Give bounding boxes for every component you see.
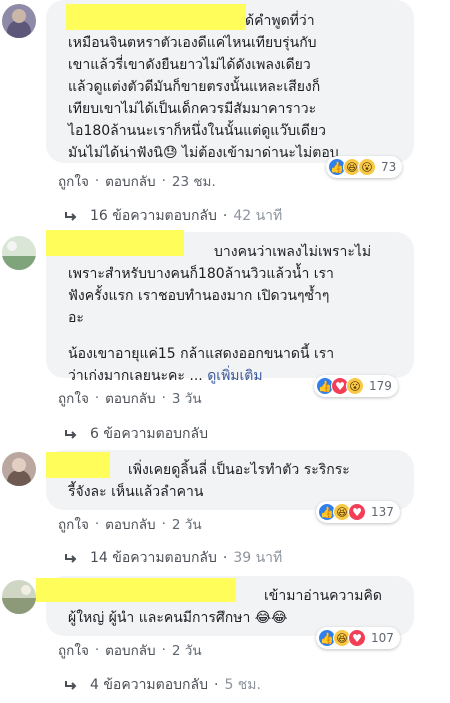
- reaction-summary[interactable]: 👍 ♥ 😮 179: [314, 375, 398, 397]
- replies-time: 39 นาที: [233, 550, 283, 566]
- comment-time[interactable]: 23 ชม.: [172, 170, 216, 192]
- love-reaction-icon: ♥: [348, 629, 366, 647]
- view-replies-link[interactable]: 14 ข้อความตอบกลับ · 39 นาที: [64, 547, 282, 569]
- avatar[interactable]: [2, 580, 36, 614]
- separator-dot: ·: [222, 550, 228, 566]
- reply-arrow-icon: [65, 430, 77, 439]
- reply-arrow-icon: [65, 681, 77, 690]
- avatar[interactable]: [2, 452, 36, 486]
- love-reaction-icon: ♥: [348, 503, 366, 521]
- separator-dot: ·: [161, 390, 166, 406]
- comment-text: ได้คำพูดที่ว่า เหมือนจินตหราตัวเองดีแค่ไ…: [68, 13, 339, 161]
- replies-count[interactable]: 14 ข้อความตอบกลับ: [90, 547, 217, 569]
- reply-button[interactable]: ตอบกลับ: [105, 387, 155, 409]
- comment-actions: ถูกใจ · ตอบกลับ · 23 ชม.: [58, 170, 216, 192]
- avatar[interactable]: [2, 4, 36, 38]
- comment-actions: ถูกใจ · ตอบกลับ · 2 วัน: [58, 639, 202, 661]
- reply-button[interactable]: ตอบกลับ: [105, 170, 155, 192]
- reply-button[interactable]: ตอบกลับ: [105, 513, 155, 535]
- separator-dot: ·: [161, 173, 166, 189]
- separator-dot: ·: [161, 516, 166, 532]
- comment-actions: ถูกใจ · ตอบกลับ · 3 วัน: [58, 387, 202, 409]
- replies-count[interactable]: 6 ข้อความตอบกลับ: [90, 423, 208, 445]
- reaction-count: 179: [369, 379, 392, 393]
- comment-actions: ถูกใจ · ตอบกลับ · 2 วัน: [58, 513, 202, 535]
- redacted-name: [36, 578, 236, 602]
- replies-count[interactable]: 4 ข้อความตอบกลับ: [90, 674, 208, 696]
- reaction-count: 107: [371, 631, 394, 645]
- reaction-count: 137: [371, 505, 394, 519]
- separator-dot: ·: [161, 642, 166, 658]
- redacted-name: [46, 452, 110, 478]
- separator-dot: ·: [213, 677, 219, 693]
- view-replies-link[interactable]: 6 ข้อความตอบกลับ: [64, 423, 208, 445]
- comment-time[interactable]: 3 วัน: [172, 387, 202, 409]
- reply-arrow-icon: [65, 212, 77, 221]
- redacted-name: [66, 4, 246, 30]
- view-replies-link[interactable]: 16 ข้อความตอบกลับ · 42 นาที: [64, 205, 282, 227]
- reply-arrow-icon: [65, 554, 77, 563]
- wow-reaction-icon: 😮: [346, 377, 364, 395]
- replies-time: 5 ชม.: [224, 677, 261, 693]
- like-button[interactable]: ถูกใจ: [58, 170, 89, 192]
- comment-time[interactable]: 2 วัน: [172, 513, 202, 535]
- reaction-summary[interactable]: 👍 😆 ♥ 107: [316, 627, 400, 649]
- wow-reaction-icon: 😮: [358, 158, 376, 176]
- comment-time[interactable]: 2 วัน: [172, 639, 202, 661]
- separator-dot: ·: [222, 208, 228, 224]
- see-more-link[interactable]: ดูเพิ่มเติม: [207, 368, 262, 384]
- separator-dot: ·: [94, 642, 100, 658]
- separator-dot: ·: [94, 390, 100, 406]
- replies-time: 42 นาที: [233, 208, 283, 224]
- like-button[interactable]: ถูกใจ: [58, 513, 89, 535]
- separator-dot: ·: [94, 173, 100, 189]
- separator-dot: ·: [94, 516, 100, 532]
- reply-button[interactable]: ตอบกลับ: [105, 639, 155, 661]
- redacted-name: [46, 230, 184, 256]
- view-replies-link[interactable]: 4 ข้อความตอบกลับ · 5 ชม.: [64, 674, 261, 696]
- avatar[interactable]: [2, 236, 36, 270]
- reaction-summary[interactable]: 👍 😆 😮 73: [326, 156, 403, 178]
- reaction-count: 73: [381, 160, 397, 174]
- replies-count[interactable]: 16 ข้อความตอบกลับ: [90, 205, 217, 227]
- comment-text: เพิ่งเคยดูลิ้นลี่ เป็นอะไรทำตัว ระริกระ …: [68, 462, 350, 500]
- like-button[interactable]: ถูกใจ: [58, 387, 89, 409]
- like-button[interactable]: ถูกใจ: [58, 639, 89, 661]
- reaction-summary[interactable]: 👍 😆 ♥ 137: [316, 501, 400, 523]
